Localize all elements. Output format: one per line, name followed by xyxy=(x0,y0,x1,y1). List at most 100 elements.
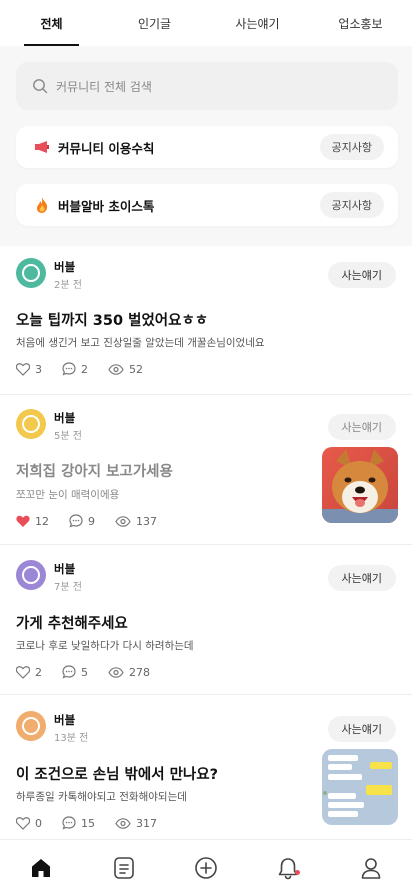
heart-filled-icon xyxy=(16,515,30,527)
post-thumbnail-chat[interactable] xyxy=(322,749,398,825)
post-body: 쪼꼬만 눈이 매력이에용 xyxy=(16,489,120,501)
dog-photo xyxy=(322,447,398,523)
eye-icon xyxy=(115,515,131,527)
post-item[interactable]: 버블 2분 전 사는얘기 오늘 팁까지 350 벌었어요ㅎㅎ 처음에 생긴거 보… xyxy=(0,246,412,394)
post-item[interactable]: 버블 7분 전 사는얘기 가게 추천해주세요 코로나 후로 낮일하다가 다시 하… xyxy=(0,544,412,694)
post-time: 13분 전 xyxy=(54,733,89,744)
like-count: 12 xyxy=(35,514,49,528)
post-title[interactable]: 오늘 팁까지 350 벌었어요ㅎㅎ xyxy=(16,309,208,330)
tab-label: 업소홍보 xyxy=(338,16,383,31)
tab-label: 사는얘기 xyxy=(235,16,280,31)
post-body: 하루종일 카톡해야되고 전화해야되는데 xyxy=(16,791,187,803)
notice-button[interactable]: 공지사항 xyxy=(319,134,384,160)
board-icon xyxy=(113,856,134,879)
comment-button[interactable]: 9 xyxy=(69,514,95,528)
avatar xyxy=(16,258,46,288)
notification-badge xyxy=(295,869,301,875)
like-button[interactable]: 0 xyxy=(16,817,42,830)
tab-label: 인기글 xyxy=(137,16,172,31)
views-stat: 317 xyxy=(115,817,157,830)
post-stats: 2 5 278 xyxy=(16,665,170,679)
post-author: 버블 xyxy=(54,562,76,576)
profile-icon xyxy=(361,857,381,879)
bottom-nav xyxy=(0,839,412,895)
nav-board[interactable] xyxy=(82,856,164,880)
view-count: 52 xyxy=(129,362,143,376)
post-category-badge[interactable]: 사는얘기 xyxy=(327,262,396,288)
comment-button[interactable]: 15 xyxy=(62,816,95,830)
nav-profile[interactable] xyxy=(330,856,412,880)
view-count: 317 xyxy=(136,816,157,830)
comment-count: 15 xyxy=(81,816,95,830)
tab-popular[interactable]: 인기글 xyxy=(103,0,206,46)
tab-business-promo[interactable]: 업소홍보 xyxy=(309,0,412,46)
like-button[interactable]: 2 xyxy=(16,666,42,679)
views-stat: 137 xyxy=(115,515,157,528)
post-category-badge[interactable]: 사는얘기 xyxy=(327,716,396,742)
avatar xyxy=(16,560,46,590)
post-time: 5분 전 xyxy=(54,431,82,442)
like-button[interactable]: 3 xyxy=(16,363,42,376)
comment-icon xyxy=(62,362,76,376)
notice-choice-talk[interactable]: 버블알바 초이스톡 공지사항 xyxy=(16,184,398,226)
write-icon xyxy=(195,856,217,879)
post-stats: 0 15 317 xyxy=(16,816,177,830)
comment-icon xyxy=(69,514,83,528)
like-count: 2 xyxy=(35,665,42,679)
post-category-badge[interactable]: 사는얘기 xyxy=(327,414,396,440)
post-author: 버블 xyxy=(54,713,76,727)
comment-count: 5 xyxy=(81,665,88,679)
comment-button[interactable]: 5 xyxy=(62,665,88,679)
notice-label: 버블알바 초이스톡 xyxy=(58,198,155,214)
fire-icon xyxy=(34,197,50,213)
post-item[interactable]: 버블 13분 전 사는얘기 이 조건으로 손님 밖에서 만나요? 하루종일 카톡… xyxy=(0,694,412,839)
post-thumbnail-dog[interactable] xyxy=(322,447,398,523)
notice-button[interactable]: 공지사항 xyxy=(319,192,384,218)
search-icon xyxy=(33,79,48,94)
tab-label: 전체 xyxy=(40,16,63,31)
post-item[interactable]: 버블 5분 전 사는얘기 저희집 강아지 보고가세용 쪼꼬만 눈이 매력이에용 xyxy=(0,394,412,544)
comment-count: 9 xyxy=(88,514,95,528)
heart-icon xyxy=(16,816,30,830)
eye-icon xyxy=(108,363,124,375)
post-stats: 12 9 137 xyxy=(16,514,177,528)
notice-community-rules[interactable]: 커뮤니티 이용수칙 공지사항 xyxy=(16,126,398,168)
like-button[interactable]: 12 xyxy=(16,515,49,528)
comment-count: 2 xyxy=(81,362,88,376)
views-stat: 278 xyxy=(108,666,150,679)
eye-icon xyxy=(108,666,124,678)
heart-icon xyxy=(16,362,30,376)
post-time: 2분 전 xyxy=(54,280,82,291)
view-count: 137 xyxy=(136,514,157,528)
notice-label: 커뮤니티 이용수칙 xyxy=(58,140,155,156)
post-title[interactable]: 저희집 강아지 보고가세용 xyxy=(16,460,173,481)
megaphone-icon xyxy=(34,139,50,155)
comment-button[interactable]: 2 xyxy=(62,362,88,376)
view-count: 278 xyxy=(129,665,150,679)
like-count: 3 xyxy=(35,362,42,376)
chat-screenshot xyxy=(322,749,398,825)
post-title[interactable]: 이 조건으로 손님 밖에서 만나요? xyxy=(16,763,218,784)
post-time: 7분 전 xyxy=(54,582,82,593)
search-input[interactable]: 커뮤니티 전체 검색 xyxy=(56,78,152,95)
post-author: 버블 xyxy=(54,260,76,274)
views-stat: 52 xyxy=(108,363,143,376)
avatar xyxy=(16,711,46,741)
notification-icon xyxy=(279,857,298,879)
tab-life-stories[interactable]: 사는얘기 xyxy=(206,0,309,46)
search-bar[interactable]: 커뮤니티 전체 검색 xyxy=(16,62,398,110)
tab-bar: 전체 인기글 사는얘기 업소홍보 xyxy=(0,0,412,46)
nav-home[interactable] xyxy=(0,856,82,880)
comment-icon xyxy=(62,665,76,679)
heart-icon xyxy=(16,665,30,679)
post-body: 처음에 생긴거 보고 진상일줄 알았는데 개꿀손님이었네요 xyxy=(16,337,265,349)
tab-all[interactable]: 전체 xyxy=(0,0,103,46)
post-title[interactable]: 가게 추천해주세요 xyxy=(16,612,128,633)
post-body: 코로나 후로 낮일하다가 다시 하려하는데 xyxy=(16,640,194,652)
like-count: 0 xyxy=(35,816,42,830)
nav-write[interactable] xyxy=(165,856,247,880)
post-category-badge[interactable]: 사는얘기 xyxy=(327,565,396,591)
nav-notifications[interactable] xyxy=(247,856,329,880)
post-stats: 3 2 52 xyxy=(16,362,163,376)
eye-icon xyxy=(115,817,131,829)
